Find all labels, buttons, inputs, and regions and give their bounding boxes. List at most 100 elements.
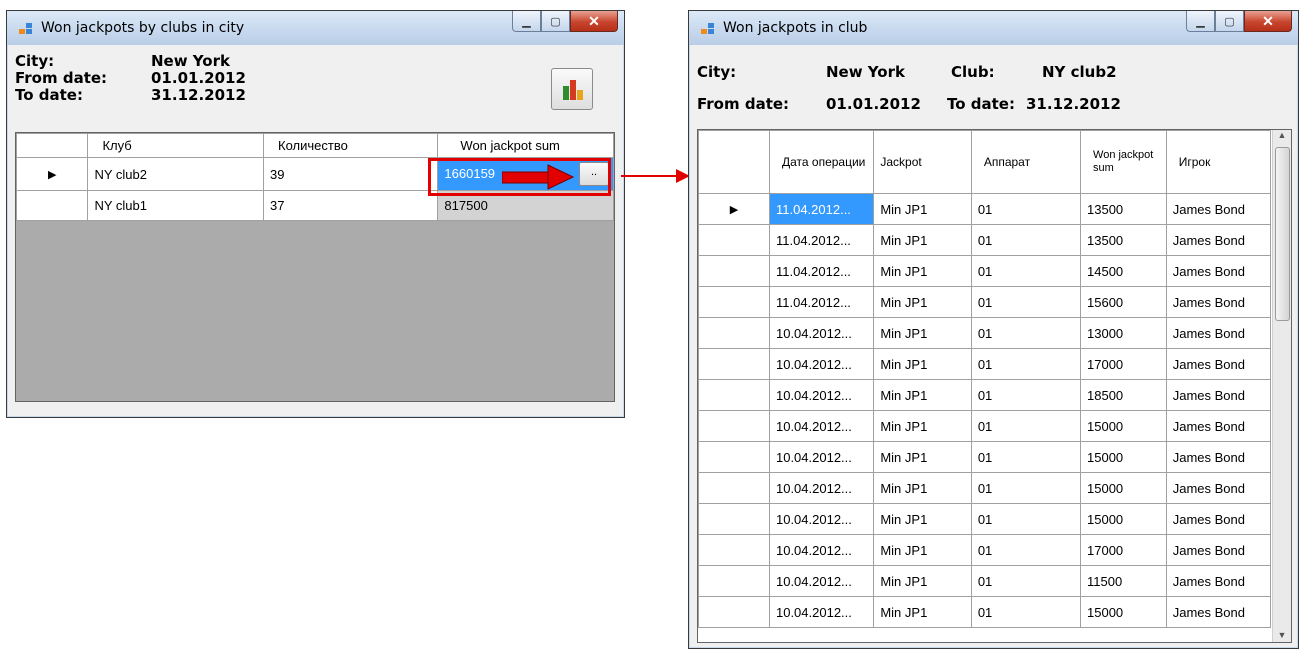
player-cell[interactable]: James Bond — [1165, 472, 1272, 504]
sum-cell[interactable]: 13000 — [1080, 317, 1167, 349]
date-cell[interactable]: 11.04.2012... — [768, 193, 875, 225]
sum-cell[interactable]: 18500 — [1080, 379, 1167, 411]
machine-cell[interactable]: 01 — [970, 534, 1082, 566]
row-selector[interactable] — [698, 348, 770, 380]
row-selector[interactable] — [698, 255, 770, 287]
row-selector[interactable] — [698, 286, 770, 318]
row-selector[interactable] — [15, 190, 89, 221]
date-cell[interactable]: 11.04.2012... — [768, 255, 875, 287]
player-cell[interactable]: James Bond — [1165, 565, 1272, 597]
machine-cell[interactable]: 01 — [970, 441, 1082, 473]
date-cell[interactable]: 11.04.2012... — [768, 224, 875, 256]
player-cell[interactable]: James Bond — [1165, 534, 1272, 566]
row-selector[interactable] — [698, 472, 770, 504]
jackpot-cell[interactable]: Min JP1 — [873, 503, 972, 535]
column-header-count[interactable]: Количество — [263, 133, 439, 158]
sum-cell[interactable]: 14500 — [1080, 255, 1167, 287]
date-cell[interactable]: 10.04.2012... — [768, 503, 875, 535]
machine-cell[interactable]: 01 — [970, 286, 1082, 318]
sum-cell[interactable]: 17000 — [1080, 534, 1167, 566]
machine-cell[interactable]: 01 — [970, 255, 1082, 287]
count-cell[interactable]: 37 — [263, 190, 439, 221]
player-cell[interactable]: James Bond — [1165, 255, 1272, 287]
date-cell[interactable]: 10.04.2012... — [768, 472, 875, 504]
date-cell[interactable]: 10.04.2012... — [768, 441, 875, 473]
count-cell[interactable]: 39 — [263, 157, 439, 191]
table-row[interactable]: 10.04.2012... Min JP1 01 17000 James Bond — [698, 348, 1272, 380]
table-row[interactable]: 10.04.2012... Min JP1 01 15000 James Bond — [698, 441, 1272, 473]
table-row[interactable]: 10.04.2012... Min JP1 01 15000 James Bond — [698, 503, 1272, 535]
sum-cell[interactable]: 15000 — [1080, 503, 1167, 535]
sum-cell[interactable]: 13500 — [1080, 193, 1167, 225]
close-button[interactable]: ✕ — [1244, 11, 1292, 32]
row-selector[interactable] — [698, 224, 770, 256]
club-cell[interactable]: NY club2 — [87, 157, 265, 191]
machine-cell[interactable]: 01 — [970, 224, 1082, 256]
row-selector[interactable] — [698, 565, 770, 597]
player-cell[interactable]: James Bond — [1165, 193, 1272, 225]
column-header-player[interactable]: Игрок — [1165, 130, 1272, 194]
table-row[interactable]: 11.04.2012... Min JP1 01 13500 James Bond — [698, 224, 1272, 256]
table-row[interactable]: ▶ 11.04.2012... Min JP1 01 13500 James Bond — [698, 193, 1272, 225]
date-cell[interactable]: 10.04.2012... — [768, 596, 875, 628]
date-cell[interactable]: 10.04.2012... — [768, 348, 875, 380]
player-cell[interactable]: James Bond — [1165, 348, 1272, 380]
club-cell[interactable]: NY club1 — [87, 190, 265, 221]
player-cell[interactable]: James Bond — [1165, 596, 1272, 628]
transactions-grid[interactable]: Дата операции Jackpot Аппарат Won jackpo… — [697, 129, 1292, 643]
player-cell[interactable]: James Bond — [1165, 441, 1272, 473]
jackpot-cell[interactable]: Min JP1 — [873, 193, 972, 225]
table-row[interactable]: 10.04.2012... Min JP1 01 18500 James Bond — [698, 379, 1272, 411]
machine-cell[interactable]: 01 — [970, 348, 1082, 380]
column-header-club[interactable]: Клуб — [87, 133, 265, 158]
jackpot-cell[interactable]: Min JP1 — [873, 534, 972, 566]
row-selector[interactable] — [698, 596, 770, 628]
row-selector[interactable] — [698, 317, 770, 349]
row-selector[interactable] — [698, 503, 770, 535]
date-cell[interactable]: 11.04.2012... — [768, 286, 875, 318]
row-selector[interactable] — [698, 410, 770, 442]
jackpot-cell[interactable]: Min JP1 — [873, 255, 972, 287]
table-row[interactable]: 11.04.2012... Min JP1 01 14500 James Bond — [698, 255, 1272, 287]
player-cell[interactable]: James Bond — [1165, 379, 1272, 411]
machine-cell[interactable]: 01 — [970, 565, 1082, 597]
row-selector-icon[interactable]: ▶ — [698, 193, 770, 225]
table-row[interactable]: 10.04.2012... Min JP1 01 15000 James Bond — [698, 472, 1272, 504]
column-header-jackpot[interactable]: Jackpot — [873, 130, 972, 194]
machine-cell[interactable]: 01 — [970, 410, 1082, 442]
jackpot-cell[interactable]: Min JP1 — [873, 472, 972, 504]
machine-cell[interactable]: 01 — [970, 379, 1082, 411]
machine-cell[interactable]: 01 — [970, 503, 1082, 535]
sum-cell[interactable]: 17000 — [1080, 348, 1167, 380]
scroll-down-icon[interactable]: ▼ — [1273, 630, 1291, 640]
sum-cell[interactable]: 15000 — [1080, 410, 1167, 442]
jackpot-cell[interactable]: Min JP1 — [873, 317, 972, 349]
table-row[interactable]: 10.04.2012... Min JP1 01 11500 James Bond — [698, 565, 1272, 597]
row-selector-icon[interactable]: ▶ — [15, 157, 89, 191]
date-cell[interactable]: 10.04.2012... — [768, 410, 875, 442]
player-cell[interactable]: James Bond — [1165, 410, 1272, 442]
player-cell[interactable]: James Bond — [1165, 317, 1272, 349]
table-row[interactable]: 10.04.2012... Min JP1 01 15000 James Bond — [698, 596, 1272, 628]
column-header-sum[interactable]: Won jackpot sum — [1080, 130, 1167, 194]
jackpot-cell[interactable]: Min JP1 — [873, 441, 972, 473]
machine-cell[interactable]: 01 — [970, 193, 1082, 225]
sum-cell[interactable]: 15000 — [1080, 441, 1167, 473]
player-cell[interactable]: James Bond — [1165, 286, 1272, 318]
jackpot-cell[interactable]: Min JP1 — [873, 379, 972, 411]
jackpot-cell[interactable]: Min JP1 — [873, 348, 972, 380]
minimize-button[interactable]: ▁ — [1186, 11, 1215, 32]
player-cell[interactable]: James Bond — [1165, 503, 1272, 535]
column-header-sum[interactable]: Won jackpot sum — [437, 133, 614, 158]
maximize-button[interactable]: ▢ — [1215, 11, 1244, 32]
right-titlebar[interactable]: Won jackpots in club ▁ ▢ ✕ — [689, 11, 1298, 45]
date-cell[interactable]: 10.04.2012... — [768, 534, 875, 566]
table-row[interactable]: 10.04.2012... Min JP1 01 15000 James Bond — [698, 410, 1272, 442]
maximize-button[interactable]: ▢ — [541, 11, 570, 32]
row-selector[interactable] — [698, 534, 770, 566]
jackpot-cell[interactable]: Min JP1 — [873, 410, 972, 442]
sum-cell[interactable]: 13500 — [1080, 224, 1167, 256]
machine-cell[interactable]: 01 — [970, 596, 1082, 628]
sum-cell[interactable]: 11500 — [1080, 565, 1167, 597]
table-row[interactable]: 10.04.2012... Min JP1 01 17000 James Bond — [698, 534, 1272, 566]
